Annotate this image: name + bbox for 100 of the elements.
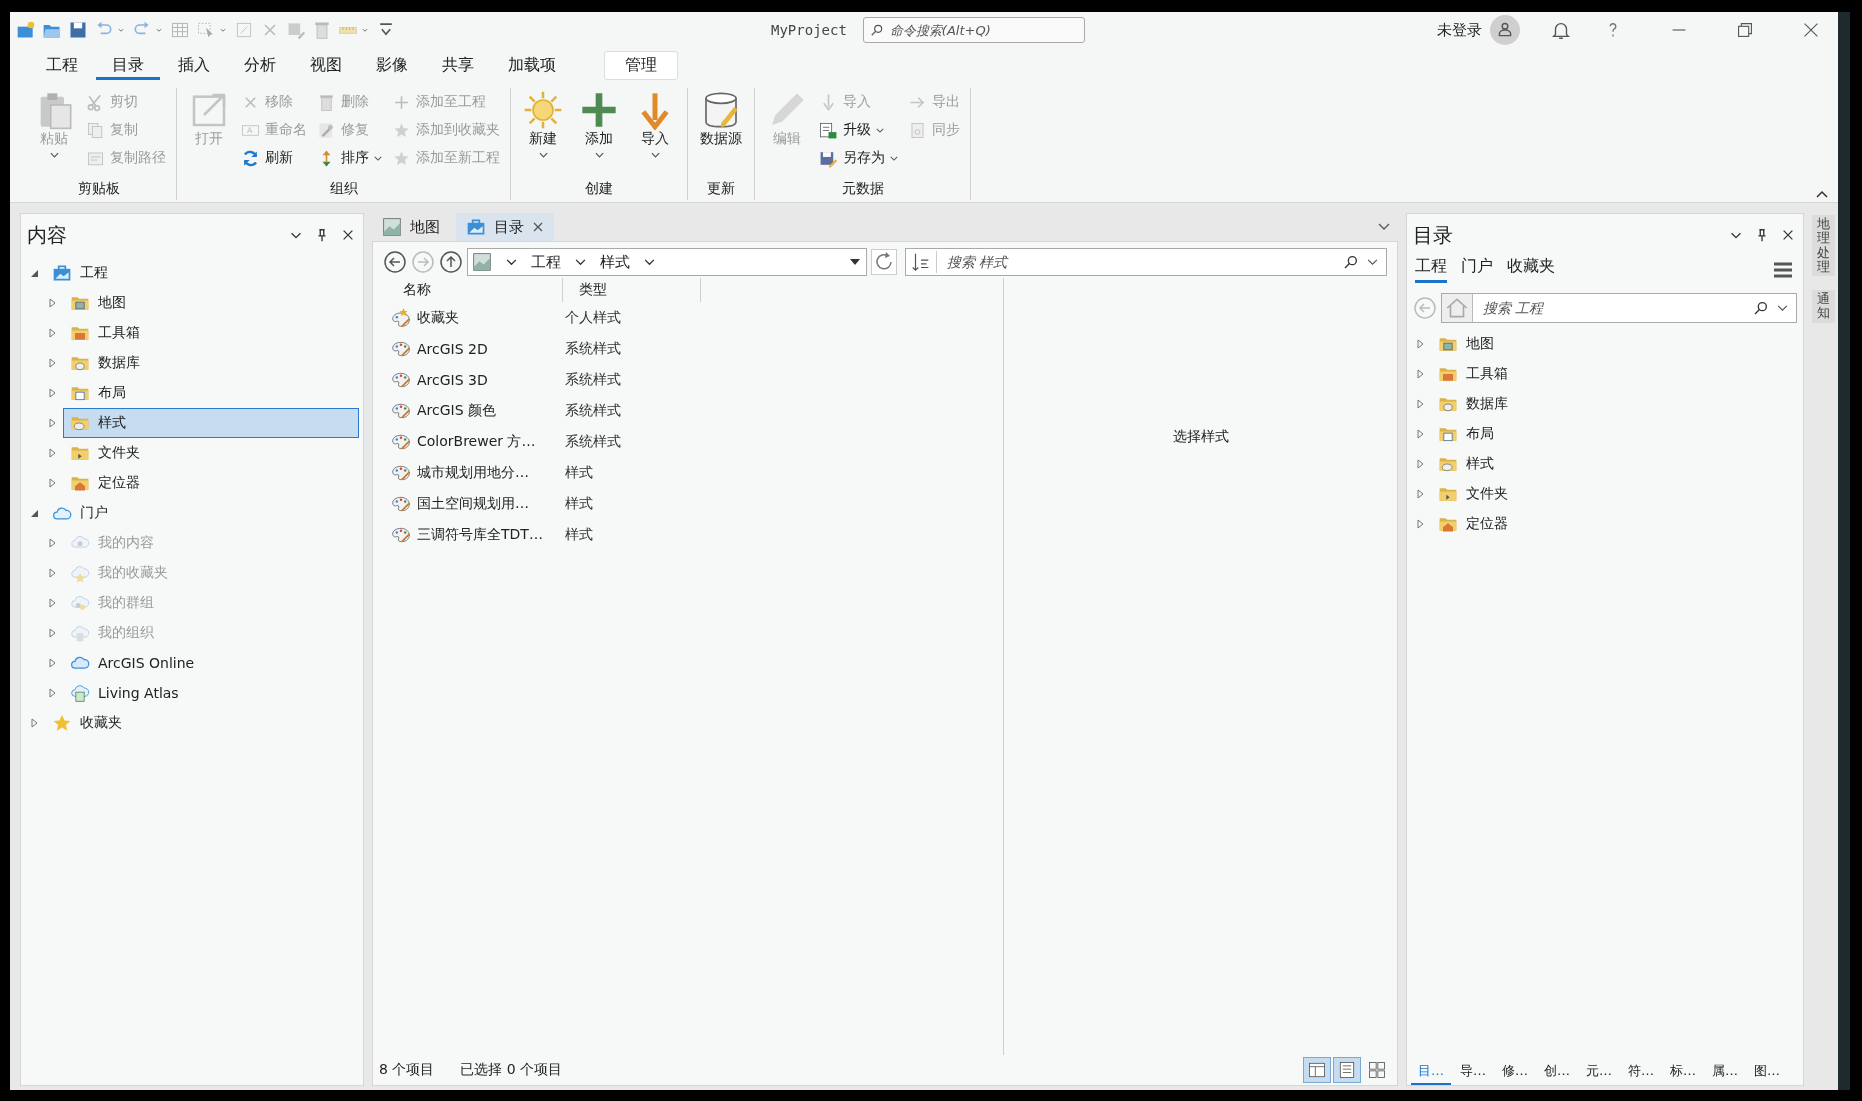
expand-arrow-icon[interactable] xyxy=(47,448,57,458)
save-icon[interactable] xyxy=(68,20,88,40)
ribbon-button[interactable]: 刷新 xyxy=(241,144,309,172)
expand-arrow-icon[interactable] xyxy=(1415,429,1425,439)
expand-arrow-icon[interactable] xyxy=(47,658,57,668)
ribbon-tab[interactable]: 目录 xyxy=(96,50,160,80)
pane-tab[interactable]: 标… xyxy=(1663,1059,1703,1085)
ribbon-button[interactable]: 新建 xyxy=(519,88,567,180)
ribbon-tab[interactable]: 插入 xyxy=(162,50,226,80)
pane-tab[interactable]: 工程 xyxy=(1415,256,1447,283)
expand-arrow-icon[interactable] xyxy=(1415,489,1425,499)
style-name[interactable]: ArcGIS 2D xyxy=(417,340,488,357)
tree-item[interactable]: 定位器 xyxy=(1431,509,1799,539)
breadcrumb-item[interactable]: 样式 xyxy=(600,252,630,272)
collapse-arrow-icon[interactable] xyxy=(29,508,39,518)
pane-tab[interactable]: 属… xyxy=(1705,1059,1745,1085)
style-name[interactable]: 国土空间规划用… xyxy=(417,494,529,513)
expand-arrow-icon[interactable] xyxy=(47,478,57,488)
tree-item[interactable]: 布局 xyxy=(63,378,359,408)
expand-arrow-icon[interactable] xyxy=(1415,519,1425,529)
view-mode-button[interactable] xyxy=(1303,1057,1331,1083)
style-name[interactable]: 三调符号库全TDT… xyxy=(417,525,543,544)
ribbon-button[interactable]: 另存为 xyxy=(819,144,900,172)
command-search-field[interactable]: 命令搜索(Alt+Q) xyxy=(862,17,1085,43)
tree-item[interactable]: Living Atlas xyxy=(63,678,359,708)
view-mode-button[interactable] xyxy=(1333,1057,1361,1083)
tree-item[interactable]: 文件夹 xyxy=(1431,479,1799,509)
close-icon[interactable] xyxy=(1781,228,1795,242)
ribbon-tab[interactable]: 分析 xyxy=(228,50,292,80)
search-input[interactable]: 搜索 工程 xyxy=(1481,299,1745,317)
tree-item[interactable]: 样式 xyxy=(1431,449,1799,479)
pane-tab[interactable]: 收藏夹 xyxy=(1507,256,1555,283)
pane-tab[interactable]: 门户 xyxy=(1461,256,1493,283)
tree-item[interactable]: 地图 xyxy=(1431,329,1799,359)
collapse-ribbon-icon[interactable] xyxy=(1816,190,1828,198)
back-icon[interactable] xyxy=(383,250,407,274)
search-input[interactable]: 搜索 样式 xyxy=(945,253,1335,271)
sign-in-status[interactable]: 未登录 xyxy=(1437,20,1482,40)
expand-arrow-icon[interactable] xyxy=(1415,369,1425,379)
search-field[interactable]: 搜索 样式 xyxy=(905,248,1387,276)
path-field[interactable]: 工程 样式 xyxy=(467,248,867,276)
expand-arrow-icon[interactable] xyxy=(1415,459,1425,469)
tree-item[interactable]: 数据库 xyxy=(63,348,359,378)
menu-icon[interactable] xyxy=(1773,261,1793,278)
tree-item[interactable]: 布局 xyxy=(1431,419,1799,449)
style-name[interactable]: ColorBrewer 方… xyxy=(417,432,536,451)
ribbon-tab[interactable]: 加载项 xyxy=(492,50,572,80)
tree-item[interactable]: 数据库 xyxy=(1431,389,1799,419)
column-header[interactable]: 名称 xyxy=(373,278,563,302)
pane-tab[interactable]: 导… xyxy=(1453,1059,1493,1085)
expand-arrow-icon[interactable] xyxy=(1415,339,1425,349)
style-name[interactable]: 城市规划用地分… xyxy=(417,463,529,482)
side-tab[interactable]: 通知 xyxy=(1812,290,1835,323)
new-project-icon[interactable] xyxy=(16,20,36,40)
pane-tab[interactable]: 元… xyxy=(1579,1059,1619,1085)
ribbon-button[interactable]: 数据源 xyxy=(696,88,746,180)
tree-item[interactable]: ArcGIS Online xyxy=(63,648,359,678)
avatar-icon[interactable] xyxy=(1490,15,1520,45)
tree-item[interactable]: 地图 xyxy=(63,288,359,318)
ribbon-button[interactable]: 升级 xyxy=(819,116,900,144)
table-icon[interactable] xyxy=(170,20,190,40)
ribbon-button[interactable]: 添加 xyxy=(575,88,623,180)
ribbon-tab[interactable]: 视图 xyxy=(294,50,358,80)
view-tab[interactable]: 目录 xyxy=(456,213,554,241)
search-field[interactable]: 搜索 工程 xyxy=(1441,293,1797,323)
expand-arrow-icon[interactable] xyxy=(47,328,57,338)
tree-item[interactable]: 定位器 xyxy=(63,468,359,498)
tree-item[interactable]: 门户 xyxy=(45,498,359,528)
tree-item[interactable]: 工程 xyxy=(45,258,359,288)
refresh-icon[interactable] xyxy=(871,249,897,275)
close-icon[interactable] xyxy=(341,228,355,242)
ribbon-tab[interactable]: 共享 xyxy=(426,50,490,80)
column-header[interactable]: 类型 xyxy=(563,278,701,302)
tree-item[interactable]: 收藏夹 xyxy=(45,708,359,738)
ribbon-tab[interactable]: 管理 xyxy=(604,50,678,80)
pane-tab[interactable]: 图… xyxy=(1747,1059,1787,1085)
chevron-down-icon[interactable] xyxy=(1378,223,1390,231)
pane-tab[interactable]: 目… xyxy=(1411,1059,1451,1085)
search-input[interactable]: 命令搜索(Alt+Q) xyxy=(887,21,1078,39)
expand-arrow-icon[interactable] xyxy=(47,388,57,398)
pane-tab[interactable]: 修… xyxy=(1495,1059,1535,1085)
expand-arrow-icon[interactable] xyxy=(47,358,57,368)
style-name[interactable]: ArcGIS 3D xyxy=(417,371,488,388)
tree-item[interactable]: 文件夹 xyxy=(63,438,359,468)
style-name[interactable]: 收藏夹 xyxy=(417,308,459,327)
ribbon-button[interactable]: 排序 xyxy=(317,144,384,172)
breadcrumb-item[interactable]: 工程 xyxy=(531,252,561,272)
pane-tab[interactable]: 创… xyxy=(1537,1059,1577,1085)
style-name[interactable]: ArcGIS 颜色 xyxy=(417,401,497,420)
ribbon-button[interactable]: 导入 xyxy=(631,88,679,180)
view-tab[interactable]: 地图 xyxy=(372,213,450,241)
ribbon-tab[interactable]: 影像 xyxy=(360,50,424,80)
expand-arrow-icon[interactable] xyxy=(47,418,57,428)
expand-arrow-icon[interactable] xyxy=(1415,399,1425,409)
expand-arrow-icon[interactable] xyxy=(29,718,39,728)
pane-tab[interactable]: 符… xyxy=(1621,1059,1661,1085)
tree-item[interactable]: 样式 xyxy=(63,408,359,438)
expand-arrow-icon[interactable] xyxy=(47,298,57,308)
tree-item[interactable]: 工具箱 xyxy=(63,318,359,348)
side-tab[interactable]: 地理处理 xyxy=(1812,215,1835,277)
